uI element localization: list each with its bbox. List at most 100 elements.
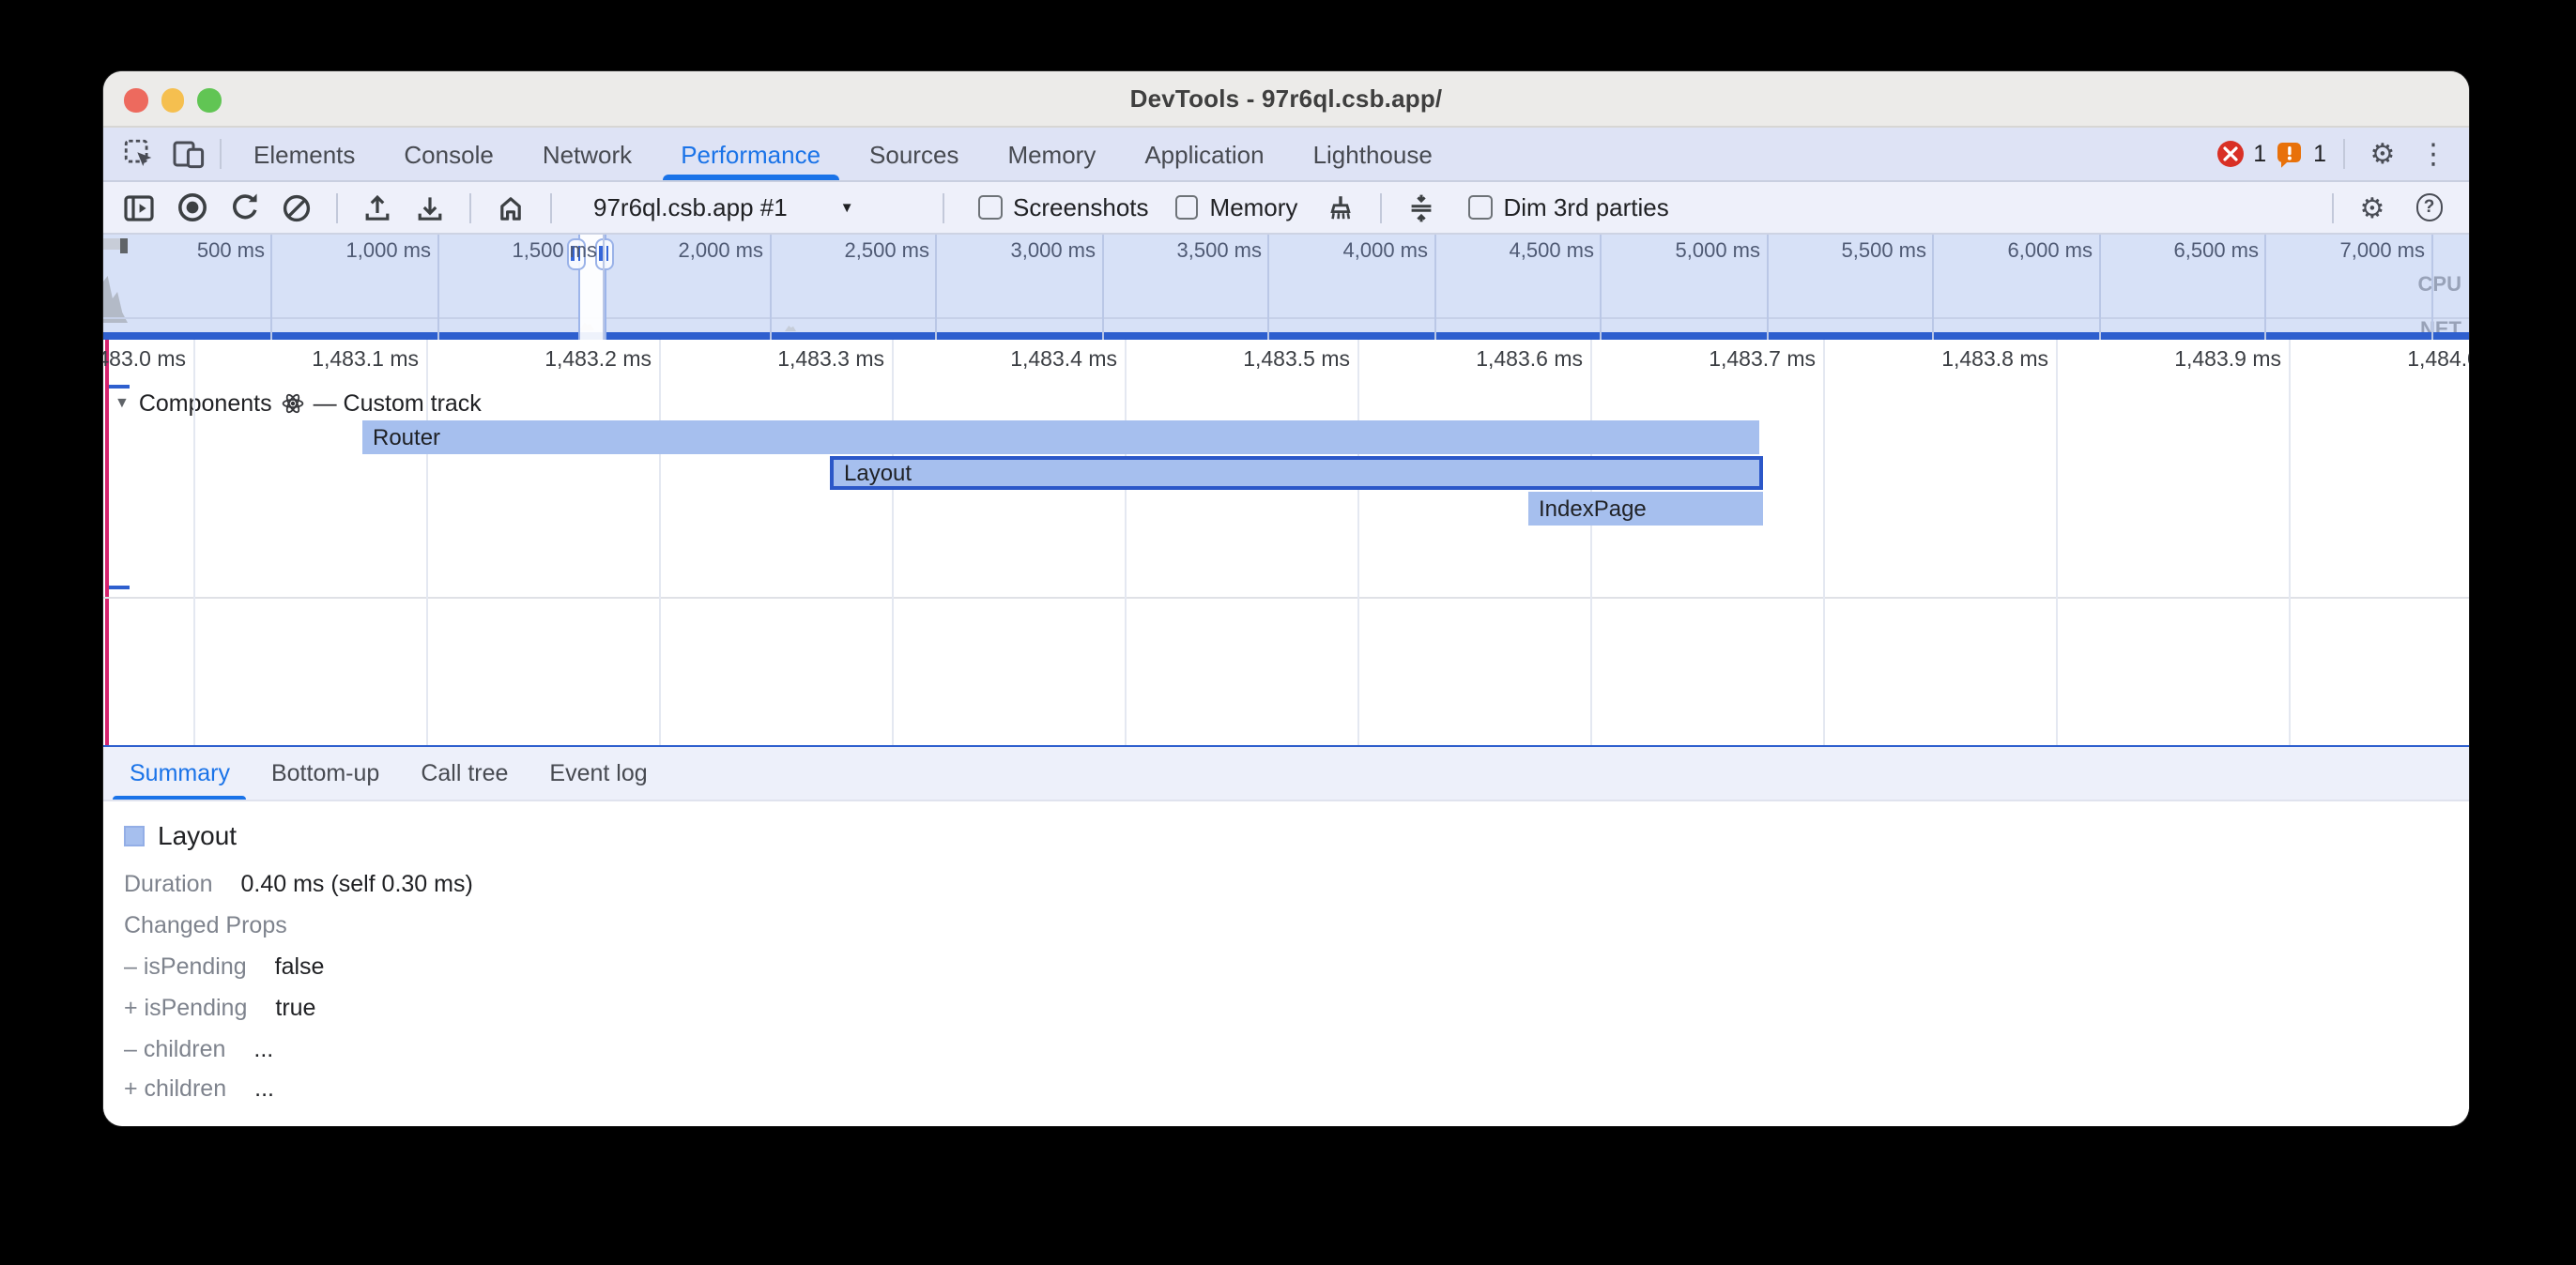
active-tab-underline bbox=[662, 175, 839, 180]
divider bbox=[1380, 192, 1382, 222]
divider bbox=[336, 192, 338, 222]
devtools-tabs: ElementsConsoleNetworkPerformanceSources… bbox=[229, 128, 1457, 180]
ruler-tick-label: 1,483.7 ms bbox=[1709, 348, 1816, 371]
collapse-tracks-icon[interactable] bbox=[1401, 187, 1442, 228]
summary-row: Duration 0.40 ms (self 0.30 ms) bbox=[124, 863, 2469, 905]
minimize-window-button[interactable] bbox=[161, 88, 184, 112]
overview-gridline bbox=[769, 235, 771, 339]
record-icon[interactable] bbox=[171, 187, 212, 228]
chart-gridline bbox=[1357, 339, 1359, 744]
overview-tick-label: 5,500 ms bbox=[1842, 240, 1927, 263]
screenshots-checkbox-row: Screenshots bbox=[978, 193, 1149, 221]
summary-row-value: ... bbox=[254, 1076, 274, 1103]
download-profile-icon[interactable] bbox=[409, 187, 451, 228]
ruler-tick-label: 1,483.1 ms bbox=[312, 348, 419, 371]
bottom-tab-summary[interactable]: Summary bbox=[109, 747, 251, 800]
dim-3rd-parties-label: Dim 3rd parties bbox=[1503, 193, 1668, 221]
window-title: DevTools - 97r6ql.csb.app/ bbox=[1130, 84, 1443, 113]
screenshots-checkbox[interactable] bbox=[978, 196, 1002, 220]
summary-row-label: + children bbox=[124, 1076, 226, 1103]
event-bar-indexpage[interactable]: IndexPage bbox=[1527, 491, 1762, 525]
summary-row-value: ... bbox=[253, 1035, 273, 1061]
titlebar: DevTools - 97r6ql.csb.app/ bbox=[103, 71, 2469, 128]
active-tab-underline bbox=[113, 795, 247, 800]
tab-application[interactable]: Application bbox=[1120, 128, 1288, 180]
tab-sources[interactable]: Sources bbox=[845, 128, 983, 180]
inspect-element-icon[interactable] bbox=[115, 128, 163, 180]
devtools-tabbar: ElementsConsoleNetworkPerformanceSources… bbox=[103, 128, 2469, 182]
issue-count: 1 bbox=[2313, 141, 2326, 167]
overview-gridline bbox=[935, 235, 937, 339]
track-name: Components bbox=[139, 389, 272, 416]
overview-tick-label: 500 ms bbox=[197, 240, 265, 263]
help-icon[interactable]: ? bbox=[2415, 194, 2443, 221]
overview-tick-label: 3,000 ms bbox=[1011, 240, 1096, 263]
timeline-overview[interactable]: CPU NET 500 ms1,000 ms1,500 ms2,000 ms2,… bbox=[103, 235, 2469, 339]
cpu-net-lane-divider bbox=[103, 317, 2469, 319]
tab-console[interactable]: Console bbox=[379, 128, 517, 180]
dim-3rd-parties-checkbox[interactable] bbox=[1468, 196, 1492, 220]
overview-gridline bbox=[1600, 235, 1602, 339]
event-bar-router[interactable]: Router bbox=[361, 419, 1758, 453]
kebab-menu-icon[interactable]: ⋮ bbox=[2413, 137, 2454, 171]
settings-gear-icon[interactable]: ⚙ bbox=[2362, 137, 2403, 171]
device-toolbar-icon[interactable] bbox=[163, 128, 212, 180]
devtools-window: DevTools - 97r6ql.csb.app/ ElementsConso… bbox=[103, 71, 2469, 1126]
tab-memory[interactable]: Memory bbox=[983, 128, 1120, 180]
page-selector-dropdown[interactable]: 97r6ql.csb.app #1 ▼ bbox=[593, 193, 924, 221]
summary-row-label: – isPending bbox=[124, 953, 247, 979]
disclosure-triangle-icon[interactable]: ▼ bbox=[115, 394, 130, 411]
ruler-tick-label: 1,483.5 ms bbox=[1243, 348, 1350, 371]
upload-profile-icon[interactable] bbox=[357, 187, 398, 228]
ruler-tick-label: 1,484.0 ms bbox=[2407, 348, 2469, 371]
cpu-lane-label: CPU bbox=[2418, 274, 2461, 297]
toggle-sidebar-icon[interactable] bbox=[118, 187, 160, 228]
traffic-lights bbox=[124, 88, 221, 112]
chart-gridline bbox=[1125, 339, 1127, 744]
tab-network[interactable]: Network bbox=[518, 128, 656, 180]
divider bbox=[943, 192, 944, 222]
issues-badge-icon[interactable] bbox=[2276, 140, 2304, 168]
clear-icon[interactable] bbox=[276, 187, 317, 228]
bottom-tab-bottom-up[interactable]: Bottom-up bbox=[251, 747, 400, 800]
divider bbox=[550, 192, 552, 222]
tab-elements[interactable]: Elements bbox=[229, 128, 379, 180]
overview-gridline bbox=[1267, 235, 1269, 339]
network-activity-bar bbox=[103, 331, 2469, 339]
close-window-button[interactable] bbox=[124, 88, 147, 112]
home-icon[interactable] bbox=[490, 187, 531, 228]
filmstrip-thumbnail bbox=[103, 238, 120, 250]
error-badge-icon[interactable] bbox=[2217, 141, 2244, 167]
memory-checkbox[interactable] bbox=[1175, 196, 1199, 220]
summary-row-value: 0.40 ms (self 0.30 ms) bbox=[241, 871, 473, 897]
ruler-tick-label: 1,483.4 ms bbox=[1010, 348, 1117, 371]
timeline-marker-line bbox=[104, 339, 108, 744]
ruler-tick-label: 1,483.0 ms bbox=[103, 348, 186, 371]
details-tabstrip: SummaryBottom-upCall treeEvent log bbox=[103, 747, 2469, 801]
event-bar-layout[interactable]: Layout bbox=[829, 455, 1763, 489]
summary-panel: Layout Duration0.40 ms (self 0.30 ms)Cha… bbox=[103, 801, 2469, 1110]
summary-row-value: true bbox=[275, 994, 315, 1020]
chart-gridline bbox=[1590, 339, 1592, 744]
overview-tick-label: 5,000 ms bbox=[1676, 240, 1761, 263]
tab-performance[interactable]: Performance bbox=[656, 128, 845, 180]
ruler-tick-label: 1,483.2 ms bbox=[544, 348, 652, 371]
summary-row-label: Duration bbox=[124, 871, 213, 897]
flame-chart[interactable]: ▼ Components — Custom track 0.40 ms Layo… bbox=[103, 339, 2469, 747]
reload-record-icon[interactable] bbox=[223, 187, 265, 228]
filmstrip-thumbnail-edge bbox=[120, 237, 128, 252]
overview-tick-label: 3,500 ms bbox=[1177, 240, 1263, 263]
bottom-tab-call-tree[interactable]: Call tree bbox=[400, 747, 529, 800]
overview-gridline bbox=[2098, 235, 2100, 339]
tab-lighthouse[interactable]: Lighthouse bbox=[1289, 128, 1457, 180]
divider bbox=[2343, 139, 2345, 169]
bottom-tab-event-log[interactable]: Event log bbox=[529, 747, 667, 800]
capture-settings-gear-icon[interactable]: ⚙ bbox=[2352, 191, 2393, 224]
summary-row: + isPendingtrue bbox=[124, 986, 2469, 1028]
overview-tick-label: 1,000 ms bbox=[346, 240, 432, 263]
zoom-window-button[interactable] bbox=[197, 88, 221, 112]
garbage-collect-icon[interactable] bbox=[1320, 187, 1361, 228]
divider bbox=[469, 192, 471, 222]
track-suffix: — Custom track bbox=[314, 389, 482, 416]
overview-gridline bbox=[1766, 235, 1768, 339]
